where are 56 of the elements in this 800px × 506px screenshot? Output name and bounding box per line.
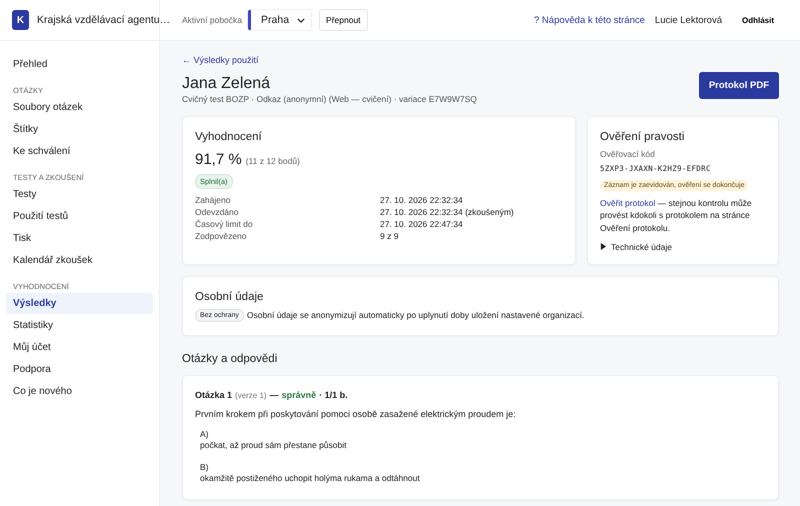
sidebar-item[interactable]: Soubory otázek [6, 97, 153, 118]
sidebar-item[interactable]: Štítky [6, 119, 153, 140]
detail-label: Zahájeno [195, 195, 232, 205]
pdf-button[interactable]: Protokol PDF [698, 72, 779, 99]
answer-letter: B) [200, 462, 210, 474]
sidebar-item[interactable]: Můj účet [6, 337, 153, 358]
sidebar-item[interactable]: Přehled [6, 54, 153, 75]
detail-value: 27. 10. 2026 22:47:34 [380, 219, 464, 229]
card-title: Vyhodnocení [195, 131, 263, 143]
detail-label: Odevzdáno [195, 207, 240, 217]
sidebar-item[interactable]: Tisk [6, 228, 153, 249]
branch-select[interactable]: Praha [248, 10, 312, 30]
detail-value: 27. 10. 2026 22:32:34 [380, 195, 464, 205]
sidebar-item[interactable]: Použití testů [6, 206, 153, 227]
organization-name: Krajská vzdělávací agentu… [37, 14, 170, 26]
technical-details-toggle[interactable]: Technické údaje [600, 242, 766, 252]
sidebar-item[interactable]: Co je nového [6, 381, 153, 402]
branch-label: Aktivní pobočka [182, 15, 242, 25]
detail-label: Časový limit do [195, 219, 254, 229]
chevron-down-icon [297, 18, 306, 22]
question-text: Prvním krokem při poskytování pomoci osobě zasažené elektrickým proudem je: [195, 408, 517, 419]
detail-value: 27. 10. 2026 22:32:34 (zkoušeným) [380, 207, 515, 217]
section-title: Otázky a odpovědi [182, 352, 278, 365]
help-link[interactable]: ? Nápověda k této stránce [534, 14, 645, 26]
answer-text: počkat, až proud sám přestane působit [200, 440, 348, 452]
detail-label: Zodpovězeno [195, 231, 248, 241]
card-title: Osobní údaje [195, 290, 264, 303]
triangle-icon [600, 243, 607, 250]
code-label: Ověřovací kód [600, 149, 656, 159]
verify-link[interactable]: Ověřit protokol [600, 198, 656, 208]
logo-icon: K [12, 10, 29, 30]
sidebar-item[interactable]: Výsledky [6, 293, 153, 314]
question-version: (verze 1) [235, 390, 267, 400]
verification-note: Ověřit protokol — stejnou kontrolu může provést kdokoli s protokolem na stránce Ověření protokolu. [600, 197, 753, 234]
detail-value: 9 z 9 [380, 231, 400, 241]
page-subtitle: Cvičný test BOZP · Odkaz (anonymní) (Web — cvičení) · variace E7W9W7SQ [182, 94, 477, 104]
question-result: správně [282, 390, 316, 400]
sidebar-item[interactable]: Testy [6, 184, 153, 205]
page-title: Jana Zelená [182, 75, 272, 93]
score-value: 91,7 % [195, 151, 242, 168]
sidebar-item[interactable]: Podpora [6, 359, 153, 380]
dash: — [270, 390, 279, 400]
sidebar-item[interactable]: Kalendář zkoušek [6, 250, 153, 271]
personal-data-text: Osobní údaje se anonymizují automaticky po uplynutí doby uložení nastavené organizací. [246, 310, 584, 320]
logout-button[interactable]: Odhlásit [736, 14, 780, 26]
answer-letter: A) [200, 428, 210, 440]
switch-button[interactable]: Přepnout [319, 9, 368, 31]
card-title: Ověření pravosti [600, 131, 686, 143]
score-points: (11 z 12 bodů) [246, 156, 300, 166]
question-points: · 1/1 b. [319, 390, 348, 400]
user-name: Lucie Lektorová [654, 14, 722, 26]
answer-text: okamžitě postiženého uchopit holýma rukama a odtáhnout [200, 473, 421, 485]
question-number: Otázka 1 [195, 390, 232, 400]
back-link[interactable]: ← Výsledky použití [182, 55, 779, 65]
sidebar-item[interactable]: Ke schválení [6, 141, 153, 162]
sidebar-item[interactable]: Statistiky [6, 315, 153, 336]
